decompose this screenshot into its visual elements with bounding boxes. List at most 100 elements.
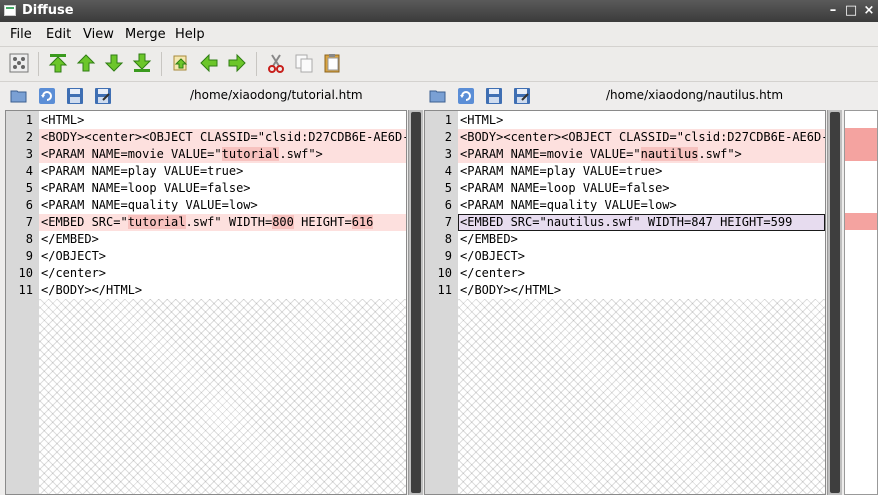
code-line[interactable]: 2 <BODY><center><OBJECT CLASSID="clsid:D2… xyxy=(425,129,825,146)
copy-left-icon[interactable] xyxy=(198,52,220,74)
code-line[interactable]: 7 <EMBED SRC="tutorial.swf" WIDTH=800 HEI… xyxy=(6,214,406,231)
save-file-icon[interactable] xyxy=(66,87,84,105)
line-number: 4 xyxy=(25,164,33,178)
line-text: <HTML> xyxy=(41,113,85,127)
left-text-pane[interactable]: 1 <HTML> 2 <BODY><center><OBJECT CLASSID="… xyxy=(5,110,407,495)
cut-icon[interactable] xyxy=(265,52,287,74)
line-text: <PARAM NAME=movie VALUE="nautilus.swf"> xyxy=(458,146,825,163)
maximize-icon[interactable]: □ xyxy=(843,2,859,19)
toolbar-separator xyxy=(256,52,257,76)
scrollbar-thumb[interactable] xyxy=(411,112,421,493)
realign-icon[interactable] xyxy=(8,52,30,74)
paste-icon[interactable] xyxy=(321,52,343,74)
line-text: </OBJECT> xyxy=(41,249,107,263)
code-line[interactable]: 10 </center> xyxy=(425,265,825,282)
menu-edit[interactable]: Edit xyxy=(46,27,71,42)
right-pane-header: /home/xiaodong/nautilus.htm xyxy=(420,83,844,109)
close-icon[interactable]: × xyxy=(861,2,877,19)
copy-right-icon[interactable] xyxy=(226,52,248,74)
menu-view[interactable]: View xyxy=(83,27,114,42)
line-number: 7 xyxy=(25,215,33,229)
menu-merge[interactable]: Merge xyxy=(125,27,166,42)
code-line[interactable]: 4 <PARAM NAME=play VALUE=true> xyxy=(425,163,825,180)
code-line[interactable]: 3 <PARAM NAME=movie VALUE="nautilus.swf"> xyxy=(425,146,825,163)
code-line[interactable]: 9 </OBJECT> xyxy=(6,248,406,265)
line-number: 8 xyxy=(444,232,452,246)
menu-help[interactable]: Help xyxy=(175,27,205,42)
first-difference-icon[interactable] xyxy=(47,52,69,74)
menu-bar: File Edit View Merge Help xyxy=(0,22,878,47)
empty-area xyxy=(458,299,825,494)
line-text: <PARAM NAME=play VALUE=true> xyxy=(41,164,244,178)
line-number: 6 xyxy=(444,198,452,212)
line-text: <EMBED SRC="tutorial.swf" WIDTH=800 HEIG… xyxy=(39,214,406,231)
line-text: </center> xyxy=(41,266,107,280)
copy-icon[interactable] xyxy=(293,52,315,74)
code-line[interactable]: 11 </BODY></HTML> xyxy=(6,282,406,299)
line-number: 11 xyxy=(437,283,452,297)
code-line[interactable]: 9 </OBJECT> xyxy=(425,248,825,265)
line-text: </BODY></HTML> xyxy=(41,283,143,297)
minimize-icon[interactable]: – xyxy=(825,2,841,19)
line-number: 3 xyxy=(444,147,452,161)
line-number: 2 xyxy=(444,130,452,144)
line-number: 10 xyxy=(437,266,452,280)
line-number: 10 xyxy=(18,266,33,280)
next-difference-icon[interactable] xyxy=(103,52,125,74)
changed-word: tutorial xyxy=(221,147,280,161)
code-line[interactable]: 2 <BODY><center><OBJECT CLASSID="clsid:D2… xyxy=(6,129,406,146)
left-scrollbar[interactable] xyxy=(408,110,423,495)
code-line[interactable]: 8 </EMBED> xyxy=(425,231,825,248)
overview-difference-marker[interactable] xyxy=(845,128,877,161)
code-line[interactable]: 6 <PARAM NAME=quality VALUE=low> xyxy=(425,197,825,214)
right-scrollbar[interactable] xyxy=(827,110,842,495)
right-file-path: /home/xiaodong/nautilus.htm xyxy=(606,88,784,102)
last-difference-icon[interactable] xyxy=(131,52,153,74)
code-line[interactable]: 8 </EMBED> xyxy=(6,231,406,248)
save-file-as-icon[interactable] xyxy=(513,87,531,105)
line-text: <PARAM NAME=quality VALUE=low> xyxy=(41,198,258,212)
merge-from-left-then-right-icon[interactable] xyxy=(170,52,192,74)
line-text: </OBJECT> xyxy=(460,249,526,263)
code-line[interactable]: 10 </center> xyxy=(6,265,406,282)
right-text-pane[interactable]: 1 <HTML> 2 <BODY><center><OBJECT CLASSID="… xyxy=(424,110,826,495)
code-line[interactable]: 3 <PARAM NAME=movie VALUE="tutorial.swf"> xyxy=(6,146,406,163)
code-line[interactable]: 6 <PARAM NAME=quality VALUE=low> xyxy=(6,197,406,214)
title-bar: Diffuse – □ × xyxy=(0,0,878,22)
diff-overview-map[interactable] xyxy=(844,110,878,495)
open-file-icon[interactable] xyxy=(10,87,28,105)
save-file-icon[interactable] xyxy=(485,87,503,105)
line-text: </EMBED> xyxy=(460,232,518,246)
save-file-as-icon[interactable] xyxy=(94,87,112,105)
line-text: </BODY></HTML> xyxy=(460,283,562,297)
code-line[interactable]: 7 <EMBED SRC="nautilus.swf" WIDTH=847 HEI… xyxy=(425,214,825,231)
line-text: <EMBED SRC="nautilus.swf" WIDTH=847 HEIG… xyxy=(458,214,825,231)
previous-difference-icon[interactable] xyxy=(75,52,97,74)
line-text: <PARAM NAME=loop VALUE=false> xyxy=(41,181,251,195)
line-number: 11 xyxy=(18,283,33,297)
line-text: </center> xyxy=(460,266,526,280)
toolbar xyxy=(0,47,878,82)
menu-file[interactable]: File xyxy=(10,27,32,42)
line-text: </EMBED> xyxy=(41,232,99,246)
reload-file-icon[interactable] xyxy=(457,87,475,105)
code-line[interactable]: 11 </BODY></HTML> xyxy=(425,282,825,299)
scrollbar-thumb[interactable] xyxy=(830,112,840,493)
changed-word: 800 xyxy=(272,215,294,229)
code-line[interactable]: 1 <HTML> xyxy=(6,112,406,129)
code-line[interactable]: 5 <PARAM NAME=loop VALUE=false> xyxy=(6,180,406,197)
reload-file-icon[interactable] xyxy=(38,87,56,105)
line-number: 5 xyxy=(444,181,452,195)
code-line[interactable]: 5 <PARAM NAME=loop VALUE=false> xyxy=(425,180,825,197)
line-text: <PARAM NAME=quality VALUE=low> xyxy=(460,198,677,212)
code-line[interactable]: 4 <PARAM NAME=play VALUE=true> xyxy=(6,163,406,180)
empty-area xyxy=(39,299,406,494)
code-line[interactable]: 1 <HTML> xyxy=(425,112,825,129)
open-file-icon[interactable] xyxy=(429,87,447,105)
line-number: 1 xyxy=(25,113,33,127)
line-number: 3 xyxy=(25,147,33,161)
line-text: <PARAM NAME=movie VALUE="tutorial.swf"> xyxy=(39,146,406,163)
changed-word: 616 xyxy=(351,215,374,229)
overview-difference-marker[interactable] xyxy=(845,213,877,230)
app-icon xyxy=(4,5,16,16)
